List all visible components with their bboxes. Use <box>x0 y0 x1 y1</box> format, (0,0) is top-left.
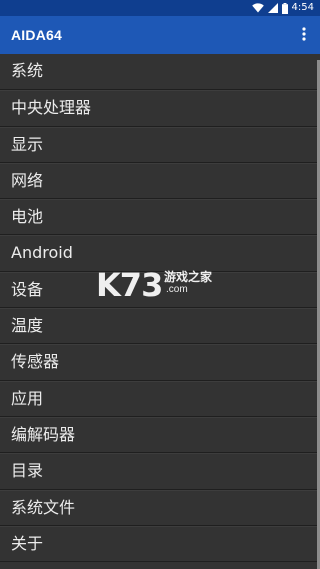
menu-item-display[interactable]: 显示 <box>0 126 320 163</box>
menu-item-temperature[interactable]: 温度 <box>0 308 320 345</box>
menu-item-android[interactable]: Android <box>0 235 320 272</box>
menu-item-about[interactable]: 关于 <box>0 525 320 563</box>
menu-item-codecs[interactable]: 编解码器 <box>0 416 320 454</box>
wifi-icon <box>251 3 264 13</box>
app-bar: AIDA64 <box>0 16 320 54</box>
menu-item-sensors[interactable]: 传感器 <box>0 344 320 381</box>
clock: 4:54 <box>291 2 314 13</box>
menu-item-directories[interactable]: 目录 <box>0 453 320 490</box>
status-icons: 4:54 <box>251 1 314 15</box>
menu-item-cpu[interactable]: 中央处理器 <box>0 90 320 127</box>
more-options-button[interactable] <box>292 23 316 47</box>
more-vert-icon <box>302 26 306 45</box>
menu-item-devices[interactable]: 设备 <box>0 271 320 309</box>
menu-list: 系统 中央处理器 显示 网络 电池 Android 设备 温度 传感器 应用 编… <box>0 54 320 569</box>
menu-item-system-files[interactable]: 系统文件 <box>0 489 320 526</box>
menu-item-network[interactable]: 网络 <box>0 162 320 200</box>
app-title: AIDA64 <box>11 27 62 43</box>
menu-item-system[interactable]: 系统 <box>0 54 320 91</box>
menu-item-battery[interactable]: 电池 <box>0 199 320 236</box>
battery-icon <box>281 2 288 14</box>
signal-icon <box>267 3 278 13</box>
status-bar: 4:54 <box>0 0 320 16</box>
menu-item-apps[interactable]: 应用 <box>0 380 320 417</box>
